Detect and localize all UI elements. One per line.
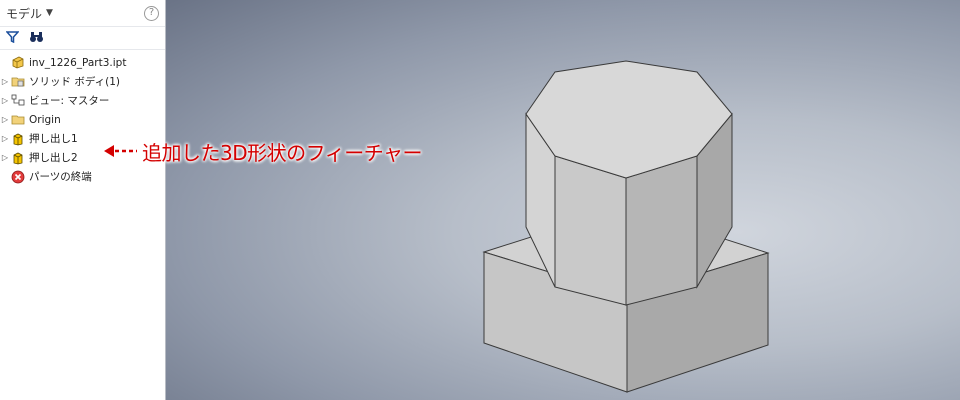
tree-item-solid-bodies[interactable]: ▷ ソリッド ボディ(1) — [0, 72, 165, 91]
solid-body-folder-icon — [10, 75, 26, 89]
graphics-viewport[interactable] — [166, 0, 960, 400]
tree-item-end-of-part[interactable]: パーツの終端 — [0, 167, 165, 186]
view-icon — [10, 94, 26, 108]
folder-icon — [10, 113, 26, 127]
tree-item-view[interactable]: ▷ ビュー: マスター — [0, 91, 165, 110]
expand-arrow-icon[interactable]: ▷ — [0, 77, 10, 86]
tree-item-label: 押し出し2 — [29, 152, 78, 164]
tree-item-label: ソリッド ボディ(1) — [29, 76, 120, 88]
end-of-part-icon — [10, 170, 26, 184]
tree-item-part[interactable]: inv_1226_Part3.ipt — [0, 53, 165, 72]
tree-item-origin[interactable]: ▷ Origin — [0, 110, 165, 129]
tree-item-label: パーツの終端 — [29, 171, 92, 183]
tree-item-label: 押し出し1 — [29, 133, 78, 145]
3d-model — [482, 60, 770, 393]
tree-item-label: Origin — [29, 113, 61, 126]
tree-item-label: ビュー: マスター — [29, 95, 110, 107]
extrude-icon — [10, 132, 26, 146]
browser-toolbar — [0, 27, 165, 50]
prism-side-front-left — [554, 155, 627, 306]
arrow-left-icon — [104, 145, 137, 157]
filter-icon[interactable] — [5, 30, 20, 46]
browser-header: モデル ▼ ? — [0, 0, 165, 27]
expand-arrow-icon[interactable]: ▷ — [0, 153, 10, 162]
model-tree: inv_1226_Part3.ipt ▷ ソリッド ボディ(1) ▷ ビュー: … — [0, 50, 165, 186]
callout-text: 追加した3D形状のフィーチャー — [142, 140, 423, 165]
expand-arrow-icon[interactable]: ▷ — [0, 134, 10, 143]
part-icon — [10, 56, 26, 70]
model-browser: モデル ▼ ? inv_1226_Part3.ipt ▷ ソリッド ボディ(1)… — [0, 0, 166, 400]
binoculars-icon[interactable] — [29, 31, 44, 46]
extrude-icon — [10, 151, 26, 165]
browser-title[interactable]: モデル — [6, 5, 42, 22]
help-icon[interactable]: ? — [144, 5, 159, 21]
prism-side-front-right — [625, 155, 698, 306]
chevron-down-icon[interactable]: ▼ — [46, 8, 53, 18]
annotation-callout: 追加した3D形状のフィーチャー — [104, 137, 426, 165]
expand-arrow-icon[interactable]: ▷ — [0, 115, 10, 124]
expand-arrow-icon[interactable]: ▷ — [0, 96, 10, 105]
tree-item-label: inv_1226_Part3.ipt — [29, 56, 127, 69]
